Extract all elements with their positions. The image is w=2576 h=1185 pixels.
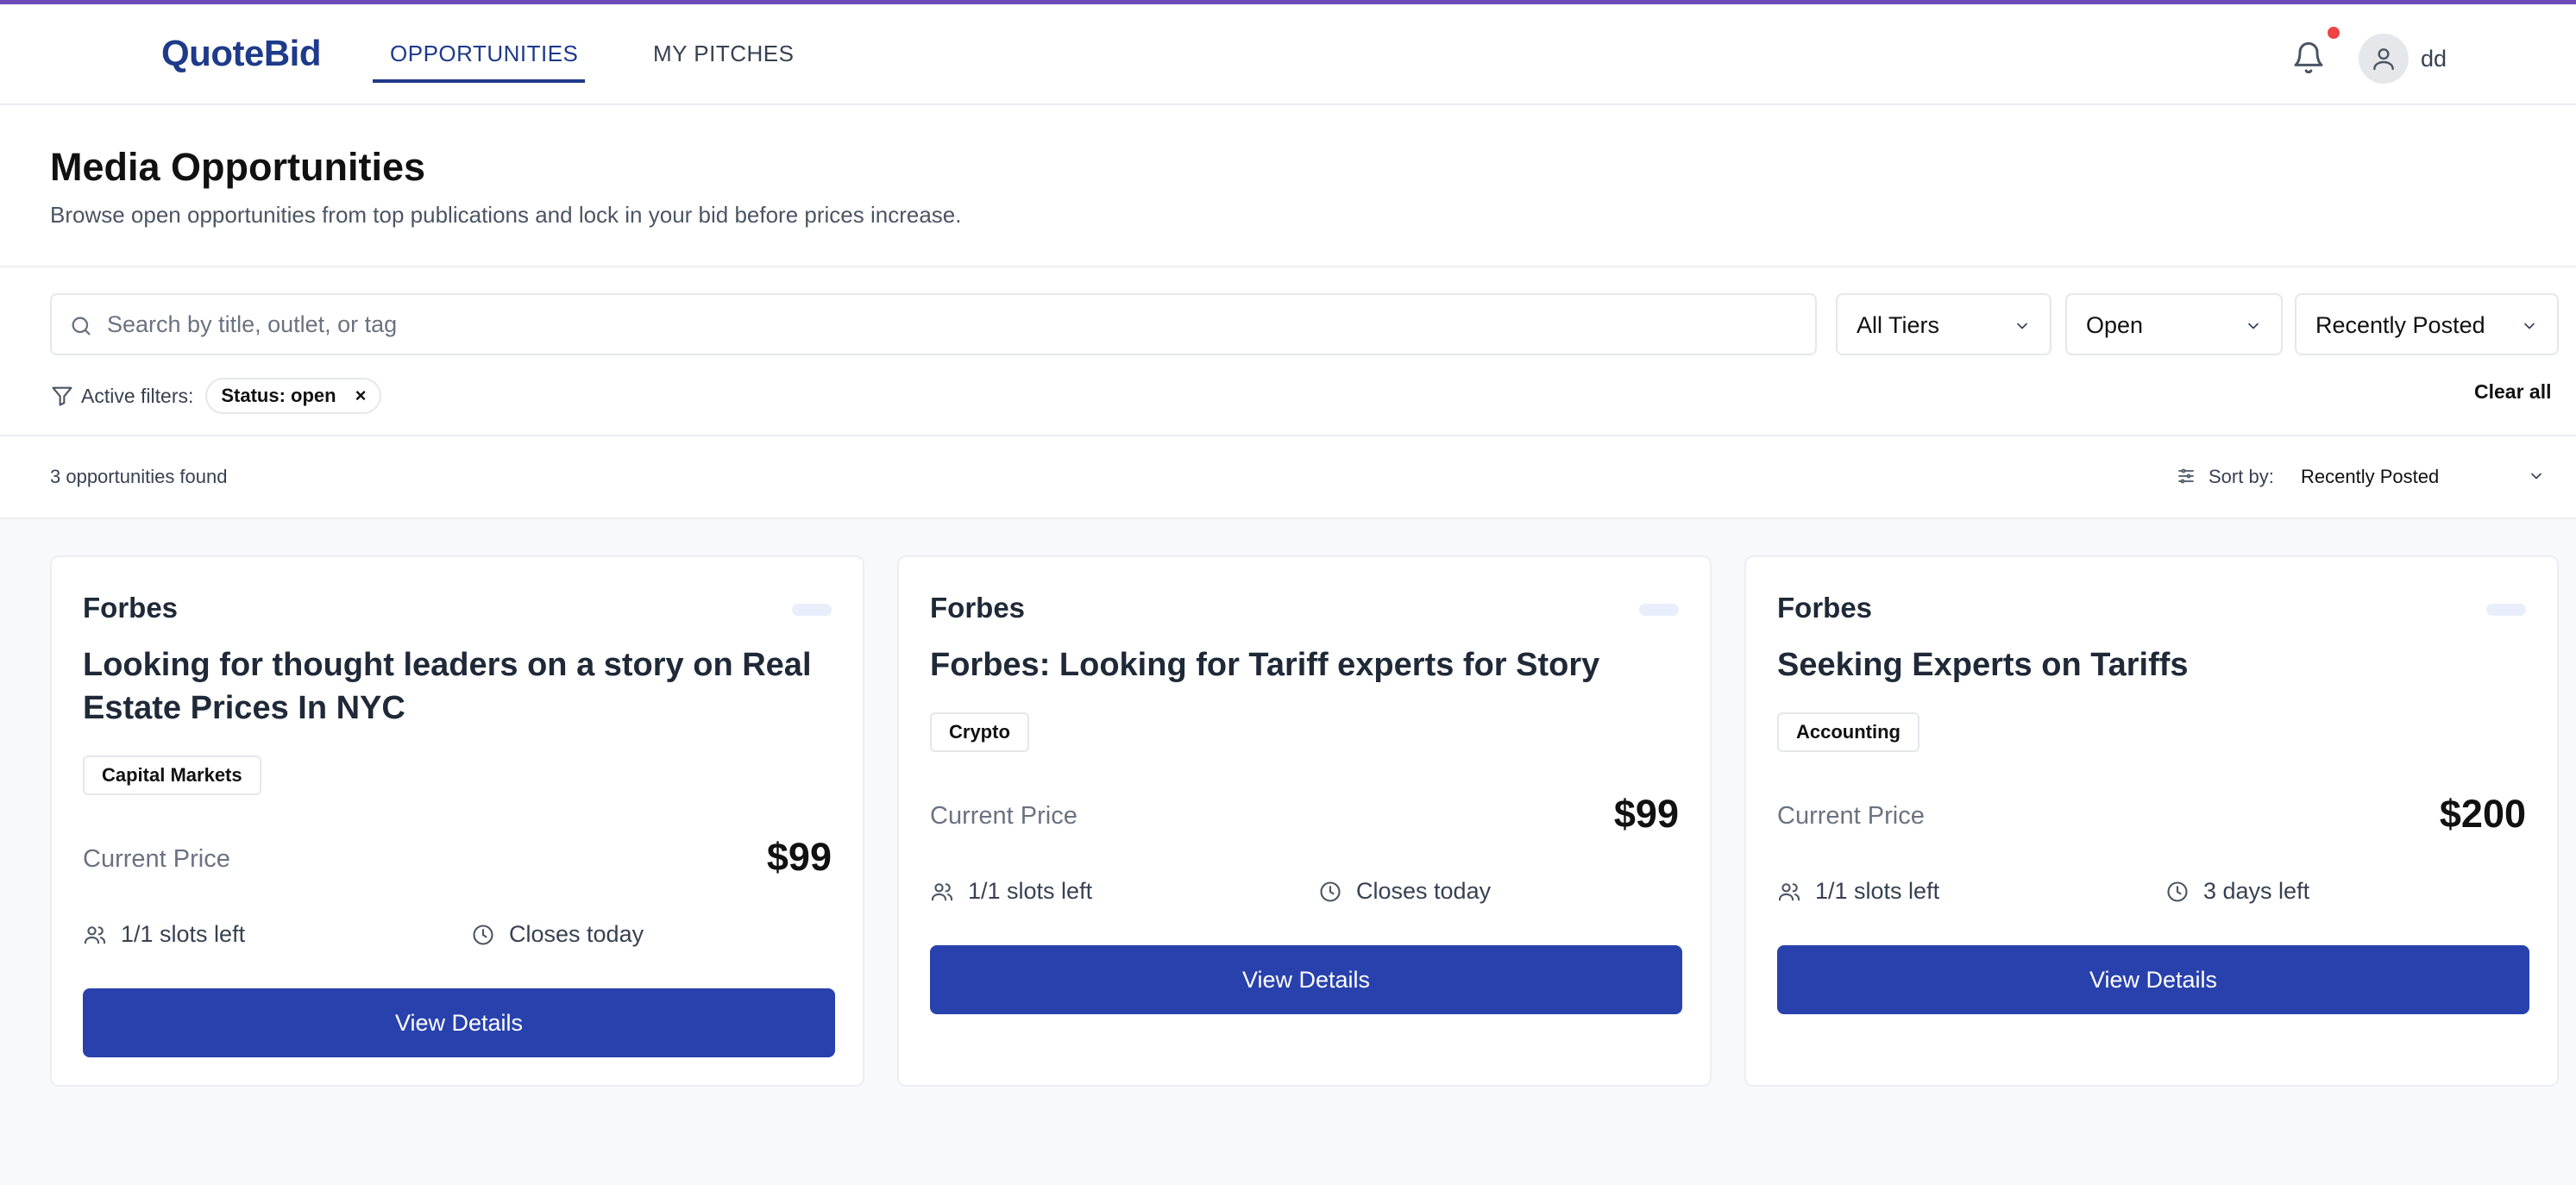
remove-filter-button[interactable]: ×	[355, 385, 367, 407]
results-bar: 3 opportunities found Sort by: Recently …	[0, 436, 2576, 519]
opportunity-card[interactable]: Forbes Looking for thought leaders on a …	[50, 555, 864, 1087]
results-count: 3 opportunities found	[50, 466, 228, 487]
status-select[interactable]: Open	[2065, 293, 2283, 355]
tier-badge	[2486, 604, 2526, 616]
deadline-text: 3 days left	[2203, 878, 2310, 904]
bell-icon[interactable]	[2291, 41, 2326, 75]
card-title: Looking for thought leaders on a story o…	[83, 647, 812, 726]
card-tag: Accounting	[1777, 712, 1919, 752]
clear-all-button[interactable]: Clear all	[2474, 380, 2552, 404]
status-select-value: Open	[2086, 312, 2144, 338]
username[interactable]: dd	[2421, 46, 2447, 72]
search-icon	[72, 317, 91, 335]
notification-badge	[2328, 27, 2340, 39]
avatar[interactable]	[2359, 34, 2409, 84]
search-input[interactable]	[107, 307, 1798, 342]
price-value: $99	[1613, 792, 1679, 836]
active-filters-label: Active filters:	[81, 384, 194, 407]
price-label: Current Price	[930, 802, 1078, 830]
card-title: Seeking Experts on Tariffs	[1777, 647, 2189, 683]
chevron-down-icon	[2524, 323, 2535, 329]
view-details-button[interactable]: View Details	[930, 945, 1682, 1014]
card-tag: Crypto	[930, 712, 1029, 752]
sort-select-value: Recently Posted	[2315, 312, 2485, 338]
user-icon	[2373, 48, 2394, 71]
price-value: $99	[766, 835, 832, 879]
page-title: Media Opportunities	[50, 145, 426, 189]
filter-bar: All Tiers Open Recently Posted Active fi…	[0, 267, 2576, 436]
chevron-down-icon[interactable]	[2528, 467, 2545, 485]
filter-icon	[52, 386, 72, 406]
card-title: Forbes: Looking for Tariff experts for S…	[930, 647, 1600, 683]
deadline-info: 3 days left	[2165, 878, 2309, 905]
sliders-icon	[2178, 468, 2194, 484]
view-details-button[interactable]: View Details	[1777, 945, 2529, 1014]
users-icon	[1778, 882, 1800, 900]
tier-select[interactable]: All Tiers	[1836, 293, 2051, 355]
opportunity-card[interactable]: Forbes Seeking Experts on Tariffs Accoun…	[1744, 555, 2559, 1087]
sort-by-label: Sort by:	[2208, 466, 2274, 487]
filter-chip-status: Status: open ×	[205, 378, 382, 414]
slots-text: 1/1 slots left	[1815, 878, 1940, 904]
slots-info: 1/1 slots left	[1777, 878, 1939, 905]
tab-my-pitches[interactable]: MY PITCHES	[653, 41, 794, 67]
filter-chip-label: Status: open	[221, 385, 336, 406]
logo[interactable]: QuoteBid	[161, 33, 321, 74]
active-tab-indicator	[373, 79, 585, 83]
chevron-down-icon	[2017, 323, 2027, 329]
slots-text: 1/1 slots left	[968, 878, 1093, 904]
tier-badge	[792, 604, 832, 616]
sort-select[interactable]: Recently Posted	[2295, 293, 2559, 355]
price-label: Current Price	[83, 845, 230, 873]
slots-info: 1/1 slots left	[930, 878, 1092, 905]
card-outlet: Forbes	[83, 592, 179, 624]
users-icon	[84, 925, 106, 944]
slots-text: 1/1 slots left	[121, 921, 246, 947]
slots-info: 1/1 slots left	[83, 921, 245, 948]
card-outlet: Forbes	[930, 592, 1026, 624]
tier-badge	[1639, 604, 1679, 616]
page-subtitle: Browse open opportunities from top publi…	[50, 202, 962, 228]
top-navigation: QuoteBid OPPORTUNITIES MY PITCHES dd	[0, 4, 2576, 105]
active-filters: Active filters: Status: open ×	[50, 376, 382, 416]
chevron-down-icon	[2248, 323, 2259, 329]
card-outlet: Forbes	[1777, 592, 1873, 624]
clock-icon	[2167, 881, 2188, 902]
search-box[interactable]	[50, 293, 1817, 355]
tier-select-value: All Tiers	[1857, 312, 1940, 338]
clock-icon	[473, 924, 493, 945]
deadline-info: Closes today	[1318, 878, 1491, 905]
page-header: Media Opportunities Browse open opportun…	[0, 105, 2576, 267]
users-icon	[931, 882, 953, 900]
view-details-button[interactable]: View Details	[83, 988, 835, 1057]
deadline-text: Closes today	[1356, 878, 1492, 904]
tab-opportunities[interactable]: OPPORTUNITIES	[390, 41, 578, 67]
price-value: $200	[2439, 792, 2526, 836]
sort-by-select[interactable]: Recently Posted	[2301, 466, 2439, 488]
opportunity-card[interactable]: Forbes Forbes: Looking for Tariff expert…	[897, 555, 1712, 1087]
price-label: Current Price	[1777, 802, 1925, 830]
deadline-info: Closes today	[471, 921, 644, 948]
clock-icon	[1320, 881, 1341, 902]
deadline-text: Closes today	[509, 921, 644, 947]
card-tag: Capital Markets	[83, 756, 261, 795]
